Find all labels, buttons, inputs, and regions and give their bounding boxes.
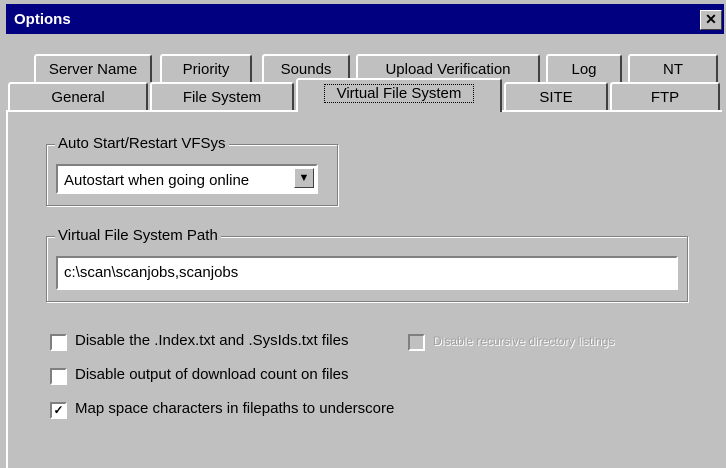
tab-priority[interactable]: Priority	[160, 54, 252, 82]
tab-label: Priority	[182, 61, 230, 78]
checkbox-box[interactable]: ✓	[50, 402, 67, 419]
tab-server-name[interactable]: Server Name	[34, 54, 152, 82]
tab-label: Virtual File System	[323, 84, 475, 103]
tab-label: SITE	[539, 89, 573, 106]
options-window: Options ✕ Server Name Priority Sounds Up…	[0, 0, 726, 468]
tab-label: NT	[663, 61, 683, 78]
tab-site[interactable]: SITE	[504, 82, 608, 112]
tab-virtual-file-system[interactable]: Virtual File System	[296, 78, 502, 112]
check-icon: ✓	[53, 403, 64, 417]
tab-label: General	[51, 89, 105, 106]
window-title: Options	[14, 11, 71, 28]
checkbox-box[interactable]	[50, 334, 67, 351]
checkbox-label: Disable the .Index.txt and .SysIds.txt f…	[75, 332, 349, 349]
checkbox-label: Disable output of download count on file…	[75, 366, 349, 383]
input-value: c:\scan\scanjobs,scanjobs	[64, 264, 239, 281]
close-icon: ✕	[705, 11, 717, 27]
checkbox-box[interactable]	[50, 368, 67, 385]
tab-nt[interactable]: NT	[628, 54, 718, 82]
checkbox-label: Map space characters in filepaths to und…	[75, 400, 395, 417]
checkbox-label: Disable recursive directory listings	[433, 334, 615, 348]
tab-label: FTP	[650, 89, 680, 106]
vfs-path-input[interactable]: c:\scan\scanjobs,scanjobs	[56, 256, 678, 290]
title-bar[interactable]: Options ✕	[6, 4, 724, 34]
tab-label: Server Name	[48, 61, 138, 78]
tab-label: Upload Verification	[385, 61, 511, 78]
chevron-down-icon: ▼	[298, 172, 310, 184]
tab-file-system[interactable]: File System	[150, 82, 294, 112]
tab-log[interactable]: Log	[546, 54, 622, 82]
select-value: Autostart when going online	[64, 172, 250, 189]
tab-ftp[interactable]: FTP	[610, 82, 720, 112]
close-button[interactable]: ✕	[700, 10, 722, 30]
auto-start-select[interactable]: Autostart when going online ▼	[56, 164, 318, 194]
tab-general[interactable]: General	[8, 82, 148, 112]
tab-label: File System	[182, 89, 262, 106]
dropdown-button[interactable]: ▼	[294, 168, 314, 188]
group-label: Auto Start/Restart VFSys	[55, 135, 229, 152]
tab-label: Log	[571, 61, 597, 78]
tab-label: Sounds	[280, 61, 332, 78]
group-label: Virtual File System Path	[55, 227, 221, 244]
checkbox-box[interactable]	[408, 334, 425, 351]
